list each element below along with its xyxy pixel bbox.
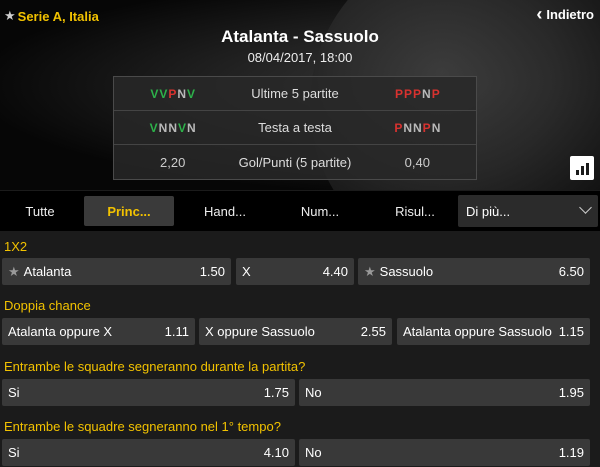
match-header: ★ Serie A, Italia ‹ Indietro Atalanta - … [0, 0, 600, 190]
form-result-letter: N [168, 121, 178, 135]
odd-value: 1.11 [164, 324, 189, 339]
form-result-letter: N [187, 121, 196, 135]
odd-label: Si [8, 445, 20, 460]
form-result-letter: N [177, 87, 187, 101]
form-result-letter: P [403, 87, 412, 101]
odd-button-1x[interactable]: Atalanta oppure X 1.11 [2, 318, 195, 345]
form-result-letter: V [187, 87, 196, 101]
form-result-letter: P [394, 87, 403, 101]
league-breadcrumb[interactable]: ★ Serie A, Italia [4, 8, 99, 24]
odd-button-12[interactable]: Atalanta oppure Sassuolo 1.15 [397, 318, 590, 345]
odd-value: 4.40 [322, 264, 348, 279]
star-icon[interactable]: ★ [4, 8, 16, 24]
form-result-letter: P [413, 87, 422, 101]
stats-row-last5: VVPNV Ultime 5 partite PPPNP [114, 77, 476, 111]
back-label: Indietro [546, 7, 594, 22]
odd-button-x2[interactable]: X oppure Sassuolo 2.55 [199, 318, 392, 345]
odd-label: Si [8, 385, 20, 400]
odd-button-draw[interactable]: X 4.40 [236, 258, 354, 285]
tab-numero-gol[interactable]: Num... [275, 196, 365, 226]
stats-label-h2h: Testa a testa [258, 120, 332, 135]
odd-button-btts-no[interactable]: No 1.95 [299, 379, 590, 406]
star-icon[interactable]: ★ [8, 264, 20, 280]
tab-principali[interactable]: Princ... [84, 196, 174, 226]
form-result-letter: V [149, 121, 158, 135]
away-form-h2h: PNNPN [359, 120, 476, 135]
form-result-letter: N [431, 121, 441, 135]
odd-label: Atalanta oppure X [8, 324, 113, 339]
home-form-h2h: VNNVN [114, 120, 231, 135]
stats-label-goals: Gol/Punti (5 partite) [238, 154, 352, 170]
odd-label: Atalanta oppure Sassuolo [403, 324, 552, 339]
form-result-letter: N [413, 121, 422, 135]
away-form-last5: PPPNP [359, 86, 476, 101]
odd-label: No [305, 445, 322, 460]
chevron-down-icon [579, 201, 592, 214]
form-result-letter: P [422, 121, 431, 135]
bar-chart-icon-bar [585, 163, 589, 175]
market-title-btts-first-half: Entrambe le squadre segneranno nel 1° te… [4, 419, 281, 434]
odd-button-away[interactable]: ★ Sassuolo 6.50 [358, 258, 590, 285]
odd-value: 6.50 [558, 264, 584, 279]
form-result-letter: P [431, 87, 440, 101]
odd-value: 1.15 [558, 324, 584, 339]
odd-value: 2.55 [360, 324, 386, 339]
statistics-chart-button[interactable] [570, 156, 594, 180]
form-result-letter: V [159, 87, 168, 101]
back-button[interactable]: ‹ Indietro [536, 4, 594, 24]
bar-chart-icon [575, 170, 579, 175]
odd-label: X oppure Sassuolo [205, 324, 315, 339]
form-result-letter: V [178, 121, 187, 135]
odd-label: Atalanta [23, 264, 72, 279]
league-name: Serie A, Italia [17, 8, 99, 24]
form-result-letter: N [158, 121, 168, 135]
chevron-left-icon: ‹ [536, 4, 543, 24]
odd-label: X [242, 264, 251, 279]
form-result-letter: N [422, 87, 431, 101]
odd-value: 1.19 [558, 445, 584, 460]
bar-chart-icon-bar [580, 166, 584, 175]
market-title-double-chance: Doppia chance [4, 298, 91, 313]
match-title: Atalanta - Sassuolo [221, 27, 379, 46]
odd-button-btts-ht-no[interactable]: No 1.19 [299, 439, 590, 466]
home-goals-value: 2,20 [160, 154, 186, 170]
odd-value: 4.10 [263, 445, 289, 460]
odd-button-btts-ht-yes[interactable]: Si 4.10 [2, 439, 295, 466]
form-result-letter: V [150, 87, 159, 101]
tab-tutte[interactable]: Tutte [0, 196, 80, 226]
more-markets-label: Di più... [466, 203, 511, 219]
stats-row-h2h: VNNVN Testa a testa PNNPN [114, 111, 476, 145]
odd-value: 1.50 [199, 264, 225, 279]
home-form-last5: VVPNV [114, 86, 231, 101]
odd-value: 1.75 [263, 385, 289, 400]
odd-label: No [305, 385, 322, 400]
market-title-1x2: 1X2 [4, 239, 28, 254]
market-title-btts: Entrambe le squadre segneranno durante l… [4, 359, 306, 374]
away-goals-value: 0,40 [404, 154, 430, 170]
star-icon[interactable]: ★ [364, 264, 376, 280]
form-result-letter: N [403, 121, 412, 135]
tab-handicap[interactable]: Hand... [180, 196, 270, 226]
stats-label-last5: Ultime 5 partite [251, 86, 339, 101]
odd-value: 1.95 [558, 385, 584, 400]
match-date: 08/04/2017, 18:00 [247, 50, 353, 65]
odd-label: Sassuolo [379, 264, 434, 279]
tab-risultato[interactable]: Risul... [370, 196, 460, 226]
odd-button-home[interactable]: ★ Atalanta 1.50 [2, 258, 231, 285]
form-result-letter: P [394, 121, 403, 135]
stats-row-goals: 2,20 Gol/Punti (5 partite) 0,40 [114, 145, 476, 179]
form-result-letter: P [168, 87, 177, 101]
stats-panel: VVPNV Ultime 5 partite PPPNP VNNVN Testa… [113, 76, 477, 180]
more-markets-dropdown[interactable]: Di più... [458, 195, 598, 227]
odd-button-btts-yes[interactable]: Si 1.75 [2, 379, 295, 406]
